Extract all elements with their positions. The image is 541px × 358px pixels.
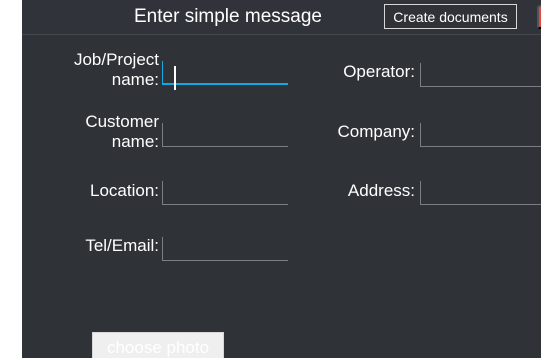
text-cursor bbox=[174, 66, 176, 90]
company-field[interactable] bbox=[420, 123, 541, 147]
operator-field[interactable] bbox=[420, 63, 541, 87]
address-field[interactable] bbox=[420, 181, 541, 205]
location-label: Location: bbox=[90, 181, 159, 200]
job-project-name-label: Job/Project name: bbox=[73, 50, 159, 89]
company-label: Company: bbox=[337, 122, 415, 141]
dialog-header: Enter simple message Create documents × bbox=[22, 0, 541, 35]
choose-photo-button[interactable]: choose photo bbox=[92, 332, 224, 358]
tel-email-label: Tel/Email: bbox=[85, 236, 159, 255]
operator-label: Operator: bbox=[343, 62, 415, 81]
tel-email-field[interactable] bbox=[162, 237, 288, 261]
message-entry-window: Enter simple message Create documents × … bbox=[0, 0, 541, 358]
location-field[interactable] bbox=[162, 181, 288, 205]
create-documents-button[interactable]: Create documents bbox=[384, 4, 517, 29]
customer-name-label: Customer name: bbox=[85, 112, 159, 151]
address-label: Address: bbox=[347, 181, 415, 200]
close-icon[interactable]: × bbox=[537, 5, 541, 29]
customer-name-field[interactable] bbox=[162, 123, 288, 147]
dialog-title: Enter simple message bbox=[134, 6, 322, 27]
job-project-name-field[interactable] bbox=[162, 61, 288, 90]
